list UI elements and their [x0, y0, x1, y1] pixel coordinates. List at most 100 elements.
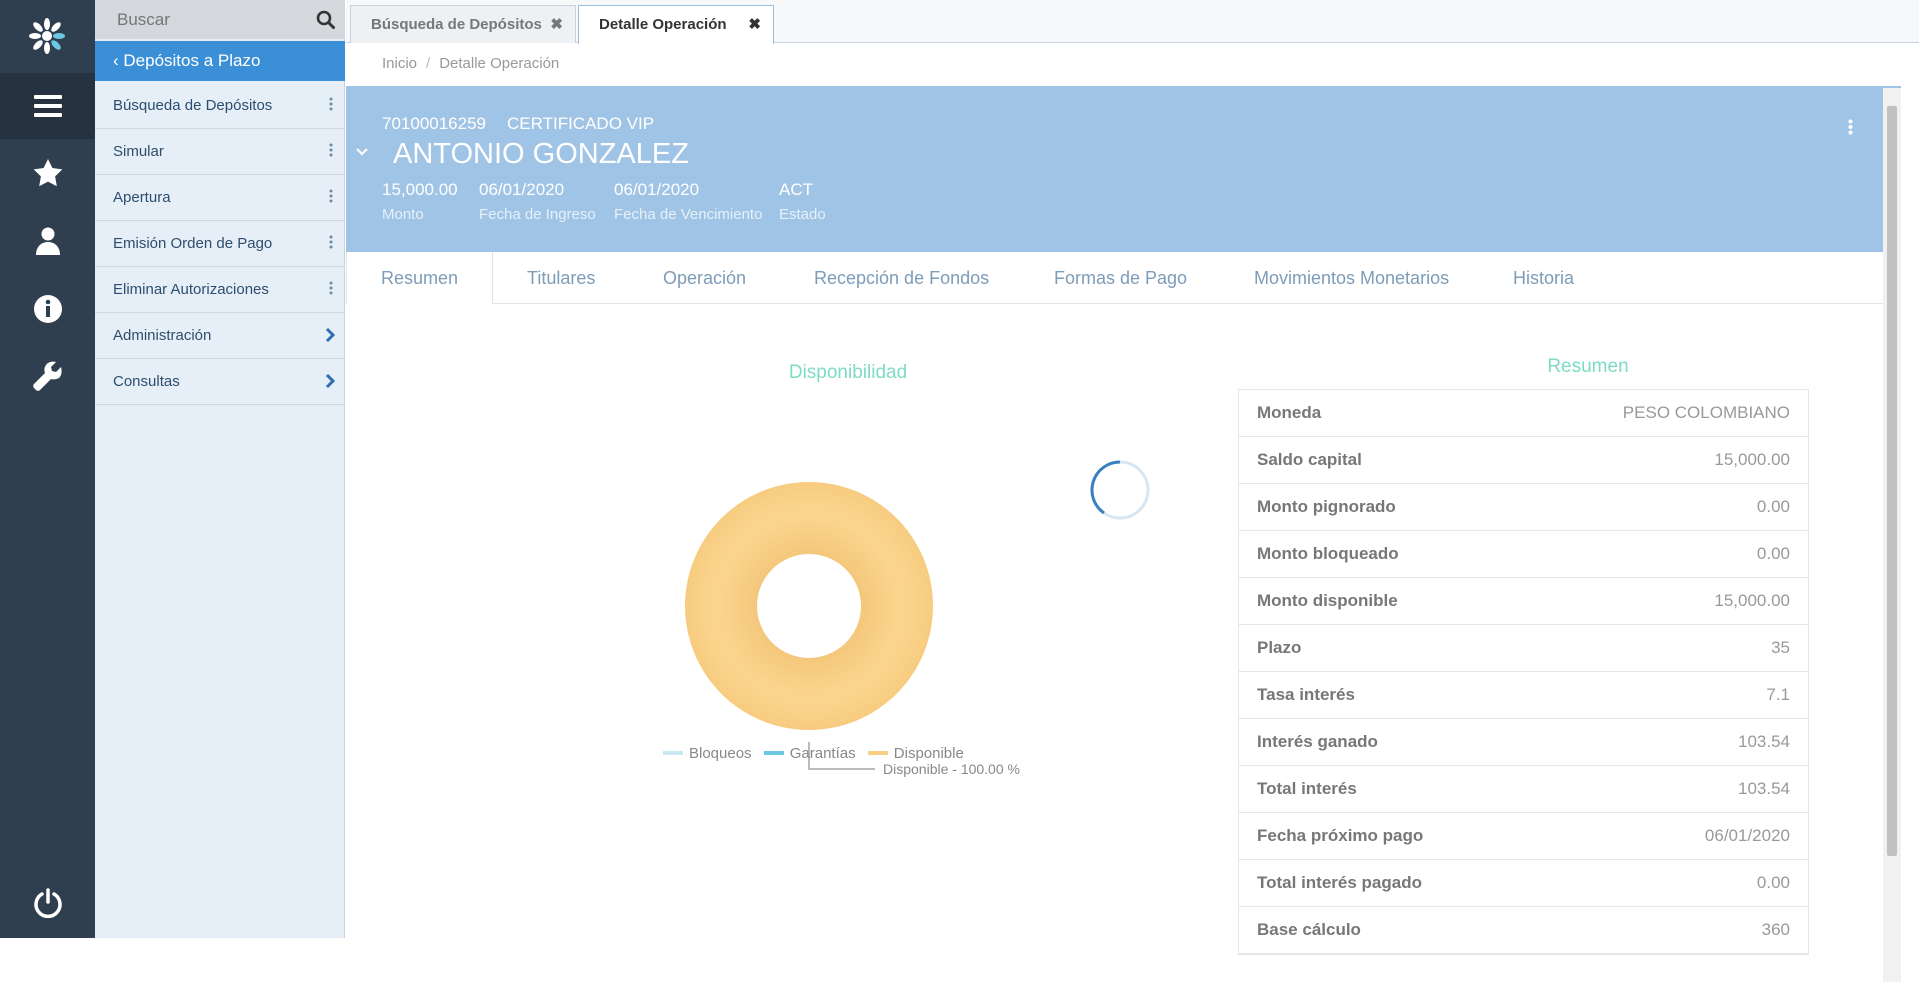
summary-value: 0.00: [1756, 544, 1790, 563]
kebab-icon[interactable]: [329, 235, 333, 249]
search-input[interactable]: [95, 0, 305, 39]
legend-swatch: [763, 751, 784, 755]
pie-slices: [685, 481, 933, 731]
tab-label: Detalle Operación: [599, 16, 727, 33]
summary-key: Tasa interés: [1257, 685, 1355, 704]
power-icon: [33, 888, 62, 918]
field-value: ACT: [779, 180, 813, 199]
search-icon[interactable]: [316, 10, 335, 29]
field-value: 06/01/2020: [614, 180, 700, 199]
main-content: Inicio / Detalle Operación 70100016259 CER…: [346, 44, 1901, 982]
window-tab-bar: Búsqueda de Depósitos ✖ Detalle Operació…: [346, 0, 1919, 44]
tab-formas-pago[interactable]: Formas de Pago: [1054, 252, 1187, 304]
tab-label: Búsqueda de Depósitos: [371, 16, 542, 33]
tab-recepcion-fondos[interactable]: Recepción de Fondos: [814, 252, 989, 304]
legend-label: Garantías: [789, 744, 856, 762]
kebab-icon[interactable]: [1848, 119, 1853, 135]
summary-row: Saldo capital 15,000.00: [1239, 437, 1808, 484]
summary-row: Interés ganado 103.54: [1239, 719, 1808, 766]
legend-garantias[interactable]: Garantías: [763, 744, 856, 762]
menu-icon-button[interactable]: [0, 73, 95, 139]
kebab-icon[interactable]: [329, 281, 333, 295]
sidebar-item-busqueda-depositos[interactable]: Búsqueda de Depósitos: [95, 83, 345, 129]
status-field: ACT Estado: [779, 180, 826, 223]
field-label: Estado: [779, 206, 826, 223]
summary-row: Base cálculo 360: [1239, 907, 1808, 954]
logout-button[interactable]: [0, 870, 95, 936]
info-button[interactable]: [0, 276, 95, 342]
summary-key: Base cálculo: [1257, 920, 1361, 939]
close-icon[interactable]: ✖: [550, 6, 563, 44]
field-label: Fecha de Ingreso: [479, 206, 596, 223]
sidebar-item-simular[interactable]: Simular: [95, 129, 345, 175]
sidebar-item-label: Administración: [113, 327, 212, 344]
summary-value: 360: [1761, 920, 1790, 939]
icon-rail: [0, 0, 95, 938]
legend-swatch: [867, 751, 888, 755]
summary-table: Moneda PESO COLOMBIANO Saldo capital 15,000…: [1238, 389, 1809, 955]
summary-value: 7.1: [1766, 685, 1790, 704]
scrollbar-thumb[interactable]: [1887, 106, 1897, 856]
scrollbar[interactable]: [1883, 88, 1901, 982]
product-name: CERTIFICADO VIP: [507, 114, 655, 133]
field-label: Monto: [382, 206, 424, 223]
chart-title: Disponibilidad: [788, 362, 908, 383]
summary-key: Monto pignorado: [1257, 497, 1396, 516]
slice-annotation: Disponible - 100.00 %: [883, 761, 1020, 777]
summary-row: Moneda PESO COLOMBIANO: [1239, 390, 1808, 437]
favorites-button[interactable]: [0, 140, 95, 206]
tab-historia[interactable]: Historia: [1513, 252, 1574, 304]
summary-title: Resumen: [1547, 356, 1629, 377]
menu-icon: [33, 95, 62, 117]
breadcrumb-home[interactable]: Inicio: [382, 55, 417, 72]
detail-tabs: Resumen Titulares Operación Recepción de…: [346, 252, 1901, 305]
module-back-button[interactable]: ‹ Depósitos a Plazo: [95, 41, 345, 81]
sidebar-item-administracion[interactable]: Administración: [95, 313, 345, 359]
summary-row: Tasa interés 7.1: [1239, 672, 1808, 719]
kebab-icon[interactable]: [329, 143, 333, 157]
legend-label: Disponible: [893, 744, 964, 762]
field-label: Fecha de Vencimiento: [614, 206, 763, 223]
search-box: [95, 0, 345, 39]
tab-busqueda-depositos[interactable]: Búsqueda de Depósitos ✖: [350, 5, 576, 43]
donut-chart: Disponible - 100.00 %: [685, 481, 1020, 777]
summary-value: 06/01/2020: [1704, 826, 1790, 845]
sidebar-item-apertura[interactable]: Apertura: [95, 175, 345, 221]
star-icon: [33, 159, 62, 187]
legend-swatch: [663, 751, 683, 755]
tab-operacion[interactable]: Operación: [663, 252, 746, 304]
summary-value: 0.00: [1756, 497, 1790, 516]
tools-button[interactable]: [0, 343, 95, 409]
breadcrumb-current: Detalle Operación: [439, 55, 560, 72]
sidebar-item-eliminar-autorizaciones[interactable]: Eliminar Autorizaciones: [95, 267, 345, 313]
logo-icon: [29, 18, 65, 54]
legend-disponible[interactable]: Disponible: [867, 744, 964, 762]
entry-date-field: 06/01/2020 Fecha de Ingreso: [479, 180, 596, 223]
summary-row: Total interés 103.54: [1239, 766, 1808, 813]
summary-value: PESO COLOMBIANO: [1622, 403, 1790, 422]
client-name: ANTONIO GONZALEZ: [393, 138, 689, 170]
summary-key: Monto bloqueado: [1257, 544, 1399, 563]
slice-disponible[interactable]: [685, 481, 933, 731]
tab-resumen[interactable]: Resumen: [346, 252, 494, 305]
breadcrumb: Inicio / Detalle Operación: [346, 44, 1901, 86]
maturity-date-field: 06/01/2020 Fecha de Vencimiento: [614, 180, 762, 223]
close-icon[interactable]: ✖: [748, 6, 761, 44]
loading-spinner-icon: [1090, 460, 1150, 520]
chevron-down-icon[interactable]: [356, 148, 368, 156]
user-button[interactable]: [0, 208, 95, 274]
tab-movimientos-monetarios[interactable]: Movimientos Monetarios: [1254, 252, 1449, 304]
summary-row: Fecha próximo pago 06/01/2020: [1239, 813, 1808, 860]
summary-value: 103.54: [1738, 732, 1790, 751]
sidebar-item-label: Búsqueda de Depósitos: [113, 97, 273, 114]
field-value: 06/01/2020: [479, 180, 565, 199]
user-icon: [35, 227, 60, 255]
sidebar-item-emision-orden-pago[interactable]: Emisión Orden de Pago: [95, 221, 345, 267]
legend-bloqueos[interactable]: Bloqueos: [663, 745, 752, 762]
sidebar-item-consultas[interactable]: Consultas: [95, 359, 345, 405]
kebab-icon[interactable]: [329, 97, 333, 111]
tab-detalle-operacion[interactable]: Detalle Operación ✖: [578, 5, 774, 44]
summary-value: 15,000.00: [1714, 450, 1790, 469]
kebab-icon[interactable]: [329, 189, 333, 203]
tab-titulares[interactable]: Titulares: [527, 252, 595, 304]
